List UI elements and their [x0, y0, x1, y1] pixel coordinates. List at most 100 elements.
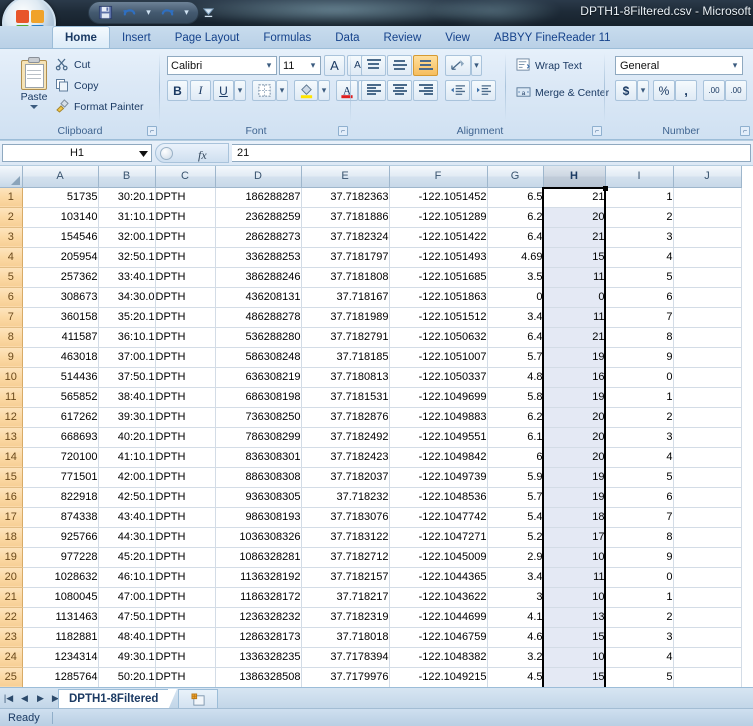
cell-F11[interactable]: -122.1049699	[389, 387, 488, 408]
row-header-25[interactable]: 25	[0, 667, 23, 687]
borders-button[interactable]	[252, 80, 276, 101]
cell-C25[interactable]: DPTH	[155, 667, 216, 687]
cell-B2[interactable]: 31:10.1	[98, 207, 156, 228]
tab-review[interactable]: Review	[372, 27, 434, 49]
copy-button[interactable]: Copy	[52, 76, 102, 95]
cell-C18[interactable]: DPTH	[155, 527, 216, 548]
cell-G11[interactable]: 5.8	[487, 387, 544, 408]
column-header-d[interactable]: D	[215, 166, 302, 188]
cell-I21[interactable]: 1	[605, 587, 674, 608]
cell-H20[interactable]: 11	[543, 567, 606, 588]
cell-A18[interactable]: 925766	[22, 527, 99, 548]
cell-H22[interactable]: 13	[543, 607, 606, 628]
align-bottom-button[interactable]	[413, 55, 438, 76]
cell-I12[interactable]: 2	[605, 407, 674, 428]
column-header-i[interactable]: I	[605, 166, 674, 188]
cell-B6[interactable]: 34:30.0	[98, 287, 156, 308]
font-size-chevron-down-icon[interactable]: ▾	[306, 57, 320, 74]
cell-F5[interactable]: -122.1051685	[389, 267, 488, 288]
cell-H3[interactable]: 21	[543, 227, 606, 248]
cell-B15[interactable]: 42:00.1	[98, 467, 156, 488]
cell-B23[interactable]: 48:40.1	[98, 627, 156, 648]
cell-C7[interactable]: DPTH	[155, 307, 216, 328]
cell-A22[interactable]: 1131463	[22, 607, 99, 628]
increase-decimal-button[interactable]: .00	[703, 80, 725, 101]
cell-H2[interactable]: 20	[543, 207, 606, 228]
cell-D16[interactable]: 936308305	[215, 487, 302, 508]
cell-A3[interactable]: 154546	[22, 227, 99, 248]
cell-D14[interactable]: 836308301	[215, 447, 302, 468]
customize-qat-button[interactable]	[200, 4, 216, 20]
cell-F8[interactable]: -122.1050632	[389, 327, 488, 348]
cell-A2[interactable]: 103140	[22, 207, 99, 228]
font-size-input[interactable]: 11 ▾	[279, 56, 321, 75]
cell-G21[interactable]: 3	[487, 587, 544, 608]
bold-button[interactable]: B	[167, 80, 188, 101]
cell-E11[interactable]: 37.7181531	[301, 387, 390, 408]
cell-C14[interactable]: DPTH	[155, 447, 216, 468]
increase-indent-button[interactable]	[471, 80, 496, 101]
cell-I9[interactable]: 9	[605, 347, 674, 368]
cell-D5[interactable]: 386288246	[215, 267, 302, 288]
cell-F12[interactable]: -122.1049883	[389, 407, 488, 428]
cut-button[interactable]: Cut	[52, 55, 93, 74]
row-header-9[interactable]: 9	[0, 347, 23, 368]
cell-G2[interactable]: 6.2	[487, 207, 544, 228]
cell-G22[interactable]: 4.1	[487, 607, 544, 628]
column-header-c[interactable]: C	[155, 166, 216, 188]
row-header-3[interactable]: 3	[0, 227, 23, 248]
cell-A20[interactable]: 1028632	[22, 567, 99, 588]
cell-E21[interactable]: 37.718217	[301, 587, 390, 608]
cell-I8[interactable]: 8	[605, 327, 674, 348]
previous-sheet-icon[interactable]: ◀	[19, 691, 30, 705]
cell-C4[interactable]: DPTH	[155, 247, 216, 268]
cell-E2[interactable]: 37.7181886	[301, 207, 390, 228]
cell-A7[interactable]: 360158	[22, 307, 99, 328]
cell-A19[interactable]: 977228	[22, 547, 99, 568]
row-header-7[interactable]: 7	[0, 307, 23, 328]
cell-J12[interactable]	[673, 407, 742, 428]
cell-F4[interactable]: -122.1051493	[389, 247, 488, 268]
cell-F23[interactable]: -122.1046759	[389, 627, 488, 648]
cell-J2[interactable]	[673, 207, 742, 228]
cell-A10[interactable]: 514436	[22, 367, 99, 388]
cell-B20[interactable]: 46:10.1	[98, 567, 156, 588]
cell-D1[interactable]: 186288287	[215, 187, 302, 208]
column-header-e[interactable]: E	[301, 166, 390, 188]
tab-data[interactable]: Data	[323, 27, 371, 49]
cell-I5[interactable]: 5	[605, 267, 674, 288]
cell-E8[interactable]: 37.7182791	[301, 327, 390, 348]
cell-J18[interactable]	[673, 527, 742, 548]
first-sheet-icon[interactable]: |◀	[3, 691, 14, 705]
cell-A12[interactable]: 617262	[22, 407, 99, 428]
cell-D4[interactable]: 336288253	[215, 247, 302, 268]
cell-G12[interactable]: 6.2	[487, 407, 544, 428]
cell-B14[interactable]: 41:10.1	[98, 447, 156, 468]
cell-D20[interactable]: 1136328192	[215, 567, 302, 588]
cell-C1[interactable]: DPTH	[155, 187, 216, 208]
cell-C3[interactable]: DPTH	[155, 227, 216, 248]
orientation-button[interactable]	[445, 55, 471, 76]
cell-J9[interactable]	[673, 347, 742, 368]
cell-H17[interactable]: 18	[543, 507, 606, 528]
cell-G18[interactable]: 5.2	[487, 527, 544, 548]
cell-D11[interactable]: 686308198	[215, 387, 302, 408]
row-header-5[interactable]: 5	[0, 267, 23, 288]
cell-J20[interactable]	[673, 567, 742, 588]
accounting-format-button[interactable]: $	[615, 80, 637, 101]
row-header-2[interactable]: 2	[0, 207, 23, 228]
cell-D7[interactable]: 486288278	[215, 307, 302, 328]
cell-F6[interactable]: -122.1051863	[389, 287, 488, 308]
cell-F9[interactable]: -122.1051007	[389, 347, 488, 368]
cell-G6[interactable]: 0	[487, 287, 544, 308]
cell-J15[interactable]	[673, 467, 742, 488]
cell-E6[interactable]: 37.718167	[301, 287, 390, 308]
cell-E16[interactable]: 37.718232	[301, 487, 390, 508]
cell-J10[interactable]	[673, 367, 742, 388]
cell-G14[interactable]: 6	[487, 447, 544, 468]
cell-C8[interactable]: DPTH	[155, 327, 216, 348]
number-format-select[interactable]: General ▾	[615, 56, 743, 75]
font-name-input[interactable]: Calibri ▾	[167, 56, 277, 75]
cell-I7[interactable]: 7	[605, 307, 674, 328]
row-header-21[interactable]: 21	[0, 587, 23, 608]
